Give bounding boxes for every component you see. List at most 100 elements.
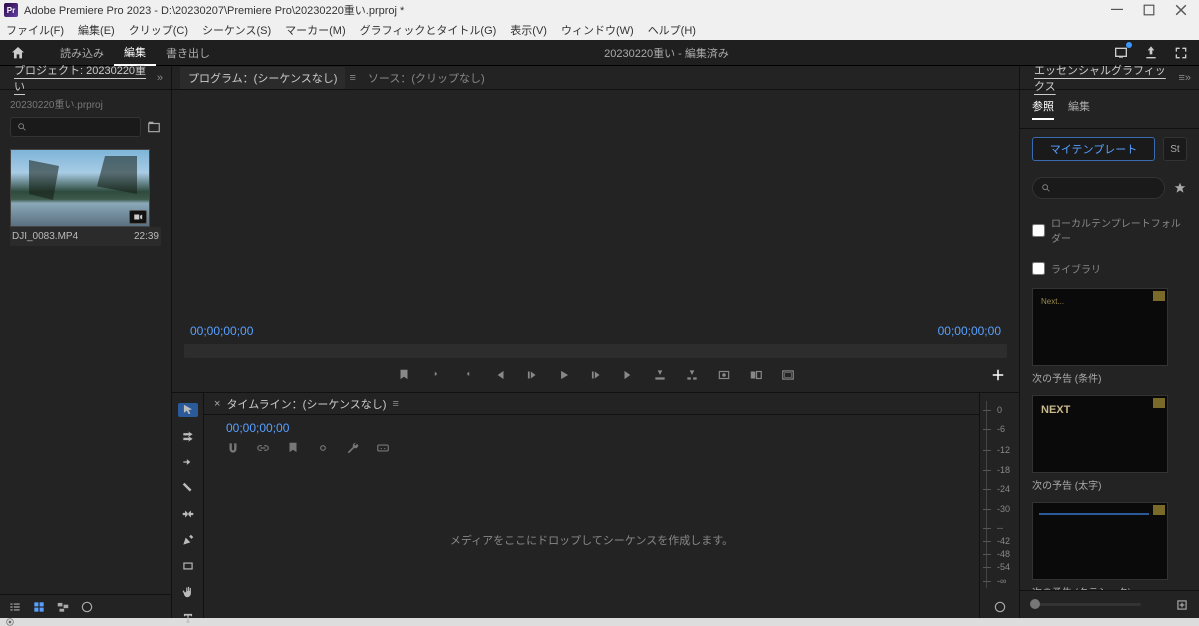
menu-view[interactable]: 表示(V) bbox=[510, 22, 547, 38]
window-minimize-button[interactable] bbox=[1111, 4, 1123, 16]
menu-graphics[interactable]: グラフィックとタイトル(G) bbox=[360, 22, 497, 38]
extract-icon[interactable] bbox=[685, 368, 699, 382]
meter-tick bbox=[983, 429, 991, 430]
meter-tick bbox=[983, 410, 991, 411]
project-panel-chevrons-icon[interactable]: » bbox=[157, 72, 163, 84]
timecode-right[interactable]: 00;00;00;00 bbox=[938, 324, 1001, 338]
share-icon[interactable] bbox=[1143, 45, 1159, 61]
clip-name: DJI_0083.MP4 bbox=[12, 231, 78, 242]
libraries-checkbox[interactable] bbox=[1032, 262, 1045, 275]
step-back-icon[interactable] bbox=[525, 368, 539, 382]
thumbnail-size-slider[interactable] bbox=[1030, 603, 1141, 606]
search-icon bbox=[17, 122, 27, 132]
freeform-view-icon[interactable] bbox=[56, 600, 70, 614]
template-search-input[interactable] bbox=[1032, 177, 1165, 199]
go-to-out-icon[interactable] bbox=[621, 368, 635, 382]
preset-item[interactable]: 次の予告 (クラシック) bbox=[1032, 502, 1187, 590]
razor-tool[interactable] bbox=[178, 481, 198, 495]
project-footer bbox=[0, 594, 171, 618]
meter-tick-label: -30 bbox=[997, 504, 1010, 514]
preset-label: 次の予告 (条件) bbox=[1032, 366, 1187, 385]
window-close-button[interactable] bbox=[1175, 4, 1187, 16]
monitor-controls bbox=[172, 358, 1019, 392]
timeline-timecode[interactable]: 00;00;00;00 bbox=[204, 415, 979, 435]
menu-window[interactable]: ウィンドウ(W) bbox=[561, 22, 634, 38]
timeline-close-icon[interactable]: × bbox=[214, 398, 220, 410]
comparison-view-icon[interactable] bbox=[749, 368, 763, 382]
menu-help[interactable]: ヘルプ(H) bbox=[648, 22, 696, 38]
workspace-export[interactable]: 書き出し bbox=[156, 41, 220, 65]
template-preset-list: Next...次の予告 (条件) NEXT次の予告 (太字) 次の予告 (クラシック… bbox=[1020, 284, 1199, 590]
meter-tick-label: 0 bbox=[997, 405, 1002, 415]
meter-tick bbox=[983, 554, 991, 555]
new-bin-icon[interactable] bbox=[147, 120, 161, 134]
new-item-icon[interactable] bbox=[1175, 598, 1189, 612]
ripple-edit-tool[interactable] bbox=[178, 455, 198, 469]
rectangle-tool[interactable] bbox=[178, 559, 198, 573]
safe-margins-icon[interactable] bbox=[781, 368, 795, 382]
window-maximize-button[interactable] bbox=[1143, 4, 1155, 16]
meter-tick bbox=[983, 509, 991, 510]
program-monitor-tab[interactable]: プログラム：(シーケンスなし) bbox=[180, 67, 345, 89]
lift-icon[interactable] bbox=[653, 368, 667, 382]
pen-tool[interactable] bbox=[178, 533, 198, 547]
project-search-input[interactable] bbox=[10, 117, 141, 137]
linked-selection-icon[interactable] bbox=[256, 441, 270, 455]
tool-palette bbox=[172, 393, 204, 618]
home-icon[interactable] bbox=[10, 45, 26, 61]
button-editor-icon[interactable] bbox=[989, 366, 1007, 384]
preset-item[interactable]: NEXT次の予告 (太字) bbox=[1032, 395, 1187, 492]
timecode-left[interactable]: 00;00;00;00 bbox=[190, 324, 253, 338]
fullscreen-icon[interactable] bbox=[1173, 45, 1189, 61]
icon-view-icon[interactable] bbox=[32, 600, 46, 614]
panel-menu-icon[interactable]: ≡ bbox=[349, 72, 355, 84]
favorites-icon[interactable] bbox=[1173, 181, 1187, 195]
my-templates-button[interactable]: マイテンプレート bbox=[1032, 137, 1155, 161]
local-templates-checkbox[interactable] bbox=[1032, 224, 1045, 237]
preset-thumbnail: NEXT bbox=[1032, 395, 1168, 473]
monitor-scrubber[interactable] bbox=[184, 344, 1007, 358]
timeline-menu-icon[interactable]: ≡ bbox=[392, 398, 398, 410]
export-frame-icon[interactable] bbox=[717, 368, 731, 382]
caption-track-icon[interactable] bbox=[376, 441, 390, 455]
meter-tick bbox=[983, 567, 991, 568]
menu-sequence[interactable]: シーケンス(S) bbox=[202, 22, 271, 38]
hand-tool[interactable] bbox=[178, 585, 198, 599]
out-point-icon[interactable] bbox=[461, 368, 475, 382]
marker-icon[interactable] bbox=[397, 368, 411, 382]
timeline-drop-hint: メディアをここにドロップしてシーケンスを作成します。 bbox=[204, 461, 979, 618]
menu-edit[interactable]: 編集(E) bbox=[78, 22, 115, 38]
go-to-in-icon[interactable] bbox=[493, 368, 507, 382]
timeline-settings-icon[interactable] bbox=[316, 441, 330, 455]
wrench-icon[interactable] bbox=[346, 441, 360, 455]
menu-marker[interactable]: マーカー(M) bbox=[285, 22, 346, 38]
solo-button-icon[interactable] bbox=[993, 600, 1007, 614]
slip-tool[interactable] bbox=[178, 507, 198, 521]
type-tool[interactable] bbox=[178, 611, 198, 625]
meter-tick bbox=[983, 470, 991, 471]
edit-tab[interactable]: 編集 bbox=[1068, 98, 1090, 120]
source-monitor-tab[interactable]: ソース：(クリップなし) bbox=[360, 67, 493, 89]
quick-export-icon[interactable] bbox=[1113, 45, 1129, 61]
play-icon[interactable] bbox=[557, 368, 571, 382]
meter-tick-label: -42 bbox=[997, 536, 1010, 546]
in-point-icon[interactable] bbox=[429, 368, 443, 382]
snap-icon[interactable] bbox=[226, 441, 240, 455]
preset-thumbnail bbox=[1032, 502, 1168, 580]
meter-tick bbox=[983, 581, 991, 582]
track-select-tool[interactable] bbox=[178, 429, 198, 443]
preset-item[interactable]: Next...次の予告 (条件) bbox=[1032, 288, 1187, 385]
adobe-stock-button[interactable]: St bbox=[1163, 137, 1187, 161]
menu-file[interactable]: ファイル(F) bbox=[6, 22, 64, 38]
libraries-label: ライブラリ bbox=[1051, 261, 1101, 276]
clip-item[interactable]: DJI_0083.MP4 22:39 bbox=[10, 149, 161, 246]
add-marker-icon[interactable] bbox=[286, 441, 300, 455]
zoom-slider-icon[interactable] bbox=[80, 600, 94, 614]
list-view-icon[interactable] bbox=[8, 600, 22, 614]
selection-tool[interactable] bbox=[178, 403, 198, 417]
menu-clip[interactable]: クリップ(C) bbox=[129, 22, 188, 38]
sort-icon[interactable] bbox=[1151, 598, 1165, 612]
browse-tab[interactable]: 参照 bbox=[1032, 98, 1054, 120]
step-forward-icon[interactable] bbox=[589, 368, 603, 382]
panel-chevrons-icon[interactable]: » bbox=[1185, 72, 1191, 84]
